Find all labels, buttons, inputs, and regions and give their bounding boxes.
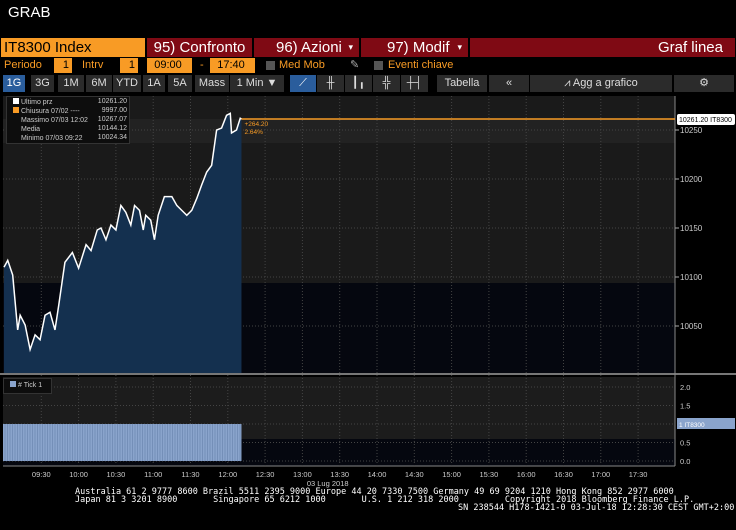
- x-tick-label: 15:00: [442, 470, 461, 479]
- range-1g[interactable]: 1G: [3, 75, 25, 92]
- key-events-label: Eventi chiave: [388, 59, 454, 71]
- x-tick-label: 16:30: [554, 470, 573, 479]
- volume-tick-label: 0.5: [680, 439, 690, 448]
- footer-line-3: SN 238544 H178-1421-0 03-Jul-18 12:28:30…: [458, 503, 735, 513]
- range-ytd[interactable]: YTD: [113, 75, 141, 92]
- range-mass[interactable]: Mass: [195, 75, 229, 92]
- legend-swatch: [13, 107, 19, 113]
- time-separator: -: [200, 59, 204, 71]
- candlestick-icon[interactable]: ╬: [373, 75, 400, 92]
- moving-avg-checkbox[interactable]: [266, 61, 275, 70]
- last-price-tag: 10261.20 IT8300: [679, 117, 732, 124]
- actions-menu[interactable]: 96) Azioni ▾: [253, 38, 359, 57]
- x-tick-label: 13:30: [330, 470, 349, 479]
- table-button[interactable]: Tabella: [437, 75, 487, 92]
- y-tick-label: 10050: [680, 322, 703, 331]
- hlc-icon[interactable]: ┼┤: [401, 75, 428, 92]
- legend-row: Minimo 07/03 09:22 10024.34: [13, 134, 127, 142]
- end-time-input[interactable]: 17:40: [210, 58, 255, 73]
- moving-avg-label: Med Mob: [279, 59, 325, 71]
- range-6m[interactable]: 6M: [86, 75, 112, 92]
- volume-tick-label: 0.0: [680, 457, 690, 466]
- legend-swatch: [13, 116, 19, 122]
- window-title: GRAB: [8, 4, 51, 21]
- key-events-checkbox[interactable]: [374, 61, 383, 70]
- legend-label: Minimo 07/03 09:22: [21, 135, 83, 142]
- interval-label: Intrv: [82, 59, 104, 71]
- x-tick-label: 17:00: [591, 470, 610, 479]
- volume-tick-label: 2.0: [680, 383, 690, 392]
- legend-swatch: [13, 134, 19, 140]
- y-tick-label: 10100: [680, 273, 703, 282]
- volume-bars: [3, 424, 242, 461]
- y-tick-label: 10250: [680, 126, 703, 135]
- start-time-input[interactable]: 09:00: [147, 58, 192, 73]
- ticker-field[interactable]: IT8300 Index: [1, 38, 145, 57]
- modify-menu[interactable]: 97) Modif ▾: [360, 38, 468, 57]
- modify-label: 97) Modif: [387, 39, 450, 56]
- x-tick-label: 11:00: [144, 470, 162, 479]
- bar-chart-icon[interactable]: ┃╻: [345, 75, 372, 92]
- x-tick-label: 10:30: [107, 470, 126, 479]
- legend-value: 10024.34: [97, 134, 127, 141]
- legend-label: Chiusura 07/02 ----: [21, 108, 80, 115]
- range-1m[interactable]: 1M: [58, 75, 84, 92]
- x-tick-label: 16:00: [517, 470, 536, 479]
- period-input[interactable]: 1: [54, 58, 72, 73]
- legend-row: Media 10144.12: [13, 125, 127, 133]
- change-abs: +264.20: [244, 121, 268, 128]
- x-tick-label: 14:30: [405, 470, 424, 479]
- x-tick-label: 15:30: [480, 470, 499, 479]
- chevron-down-icon: ▾: [457, 42, 462, 52]
- volume-swatch: [10, 381, 16, 387]
- actions-label: 96) Azioni: [276, 39, 342, 56]
- volume-tag: 1 IT8300: [679, 422, 705, 429]
- legend-label: Ultimo prz: [21, 99, 53, 106]
- x-tick-label: 12:30: [256, 470, 275, 479]
- add-to-chart-button[interactable]: ⩘ Agg a grafico: [530, 75, 672, 92]
- ohlc-icon[interactable]: ╫: [317, 75, 344, 92]
- legend-label: Massimo 07/03 12:02: [21, 117, 88, 124]
- legend-value: 10261.20: [97, 98, 127, 105]
- chart-add-icon: ⩘: [564, 77, 573, 89]
- chart-legend: Ultimo prz 10261.20 Chiusura 07/02 ---- 999…: [6, 96, 130, 144]
- chevron-down-icon: ▾: [348, 42, 353, 52]
- volume-legend: # Tick 1: [3, 378, 52, 394]
- x-tick-label: 10:00: [69, 470, 88, 479]
- legend-value: 9997.00: [101, 107, 127, 114]
- legend-row: Chiusura 07/02 ---- 9997.00: [13, 107, 127, 115]
- pencil-icon[interactable]: ✎: [350, 58, 359, 73]
- frequency-select[interactable]: 1 Min ▼: [230, 75, 284, 92]
- range-3g[interactable]: 3G: [31, 75, 54, 92]
- legend-value: 10144.12: [97, 125, 127, 132]
- volume-legend-label: # Tick 1: [18, 382, 43, 389]
- legend-label: Media: [21, 126, 41, 133]
- range-5a[interactable]: 5A: [168, 75, 192, 92]
- x-tick-label: 11:30: [181, 470, 199, 479]
- legend-row: Massimo 07/03 12:02 10267.07: [13, 116, 127, 124]
- y-tick-label: 10200: [680, 175, 703, 184]
- range-1a[interactable]: 1A: [143, 75, 165, 92]
- add-to-chart-label: Agg a grafico: [572, 77, 638, 89]
- period-label: Periodo: [4, 59, 42, 71]
- line-chart-icon[interactable]: ⟋: [290, 75, 316, 92]
- compare-button[interactable]: 95) Confronto: [146, 38, 252, 57]
- legend-row: Ultimo prz 10261.20: [13, 98, 127, 106]
- y-tick-label: 10150: [680, 224, 703, 233]
- x-tick-label: 12:00: [218, 470, 237, 479]
- settings-gear-icon[interactable]: ⚙: [674, 75, 734, 92]
- volume-tick-label: 1.5: [680, 402, 690, 411]
- collapse-button[interactable]: «: [489, 75, 529, 92]
- chart-area[interactable]: 09:30 10:00 10:30 11:00 11:30 12:00 12:30 13:00…: [0, 93, 736, 493]
- chart-type-label[interactable]: Graf linea: [469, 38, 735, 57]
- x-tick-label: 09:30: [32, 470, 51, 479]
- change-pct: 2.64%: [244, 129, 263, 136]
- x-tick-label: 13:00: [293, 470, 312, 479]
- interval-input[interactable]: 1: [120, 58, 138, 73]
- legend-swatch: [13, 125, 19, 131]
- legend-value: 10267.07: [97, 116, 127, 123]
- x-tick-label: 17:30: [629, 470, 648, 479]
- x-tick-label: 14:00: [368, 470, 387, 479]
- legend-swatch: [13, 98, 19, 104]
